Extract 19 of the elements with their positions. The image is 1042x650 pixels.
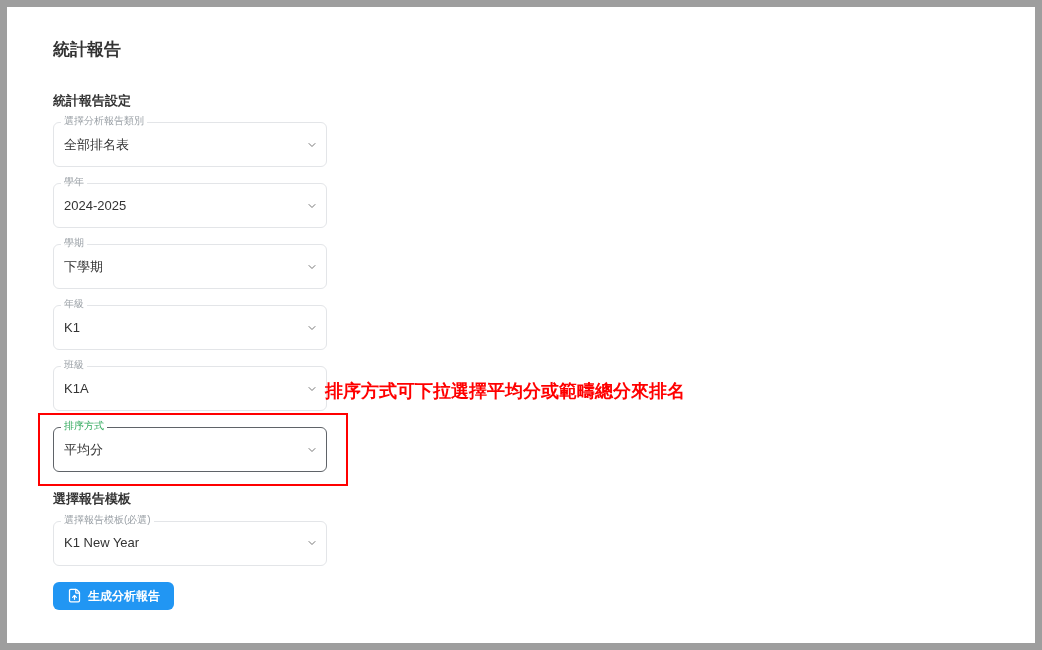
field-label: 學年 bbox=[61, 175, 87, 189]
field-label: 班級 bbox=[61, 358, 87, 372]
field-value: 下學期 bbox=[64, 257, 104, 276]
field-label: 選擇分析報告類別 bbox=[61, 114, 147, 128]
field-value: K1 bbox=[64, 318, 81, 337]
file-upload-icon bbox=[67, 588, 82, 603]
field-label: 排序方式 bbox=[61, 419, 107, 433]
field-label: 年級 bbox=[61, 297, 87, 311]
field-value: 2024-2025 bbox=[64, 196, 128, 215]
field-label: 選擇報告模板(必選) bbox=[61, 512, 154, 527]
field-value: 平均分 bbox=[64, 440, 104, 459]
field-value: 全部排名表 bbox=[64, 135, 130, 154]
section-heading: 統計報告設定 bbox=[53, 91, 131, 110]
page-title: 統計報告 bbox=[53, 39, 121, 61]
field-value: K1A bbox=[64, 379, 90, 398]
field-label: 學期 bbox=[61, 236, 87, 250]
field-value: K1 New Year bbox=[64, 534, 141, 553]
section-heading: 選擇報告模板 bbox=[53, 490, 131, 508]
annotation-text: 排序方式可下拉選擇平均分或範疇總分來排名 bbox=[325, 380, 685, 403]
